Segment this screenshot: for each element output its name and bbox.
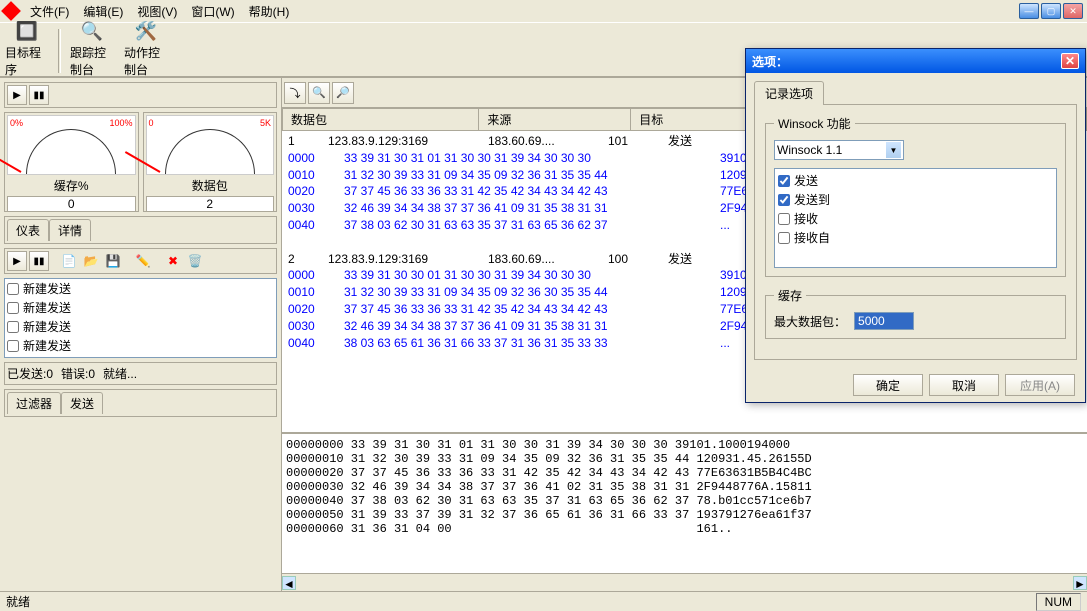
winsock-legend: Winsock 功能	[774, 115, 855, 132]
chk-recv[interactable]	[778, 213, 790, 225]
winsock-fieldset: Winsock 功能 Winsock 1.1 ▼ 发送 发送到 接收 接收自	[765, 115, 1066, 277]
trace-label: 跟踪控制台	[70, 44, 114, 78]
cache-legend: 缓存	[774, 287, 806, 304]
cancel-button[interactable]: 取消	[929, 374, 999, 396]
error-count: 错误:0	[61, 365, 95, 382]
trash-icon[interactable]: 🗑️	[185, 251, 205, 271]
tools-icon: 🛠️	[134, 21, 158, 42]
winsock-combo[interactable]: Winsock 1.1 ▼	[774, 140, 904, 160]
ok-button[interactable]: 确定	[853, 374, 923, 396]
magnifier-icon: 🔍	[80, 21, 104, 42]
gauge2-min: 0	[149, 118, 154, 128]
app-icon	[1, 1, 21, 21]
tree-icon[interactable]: ⤵	[284, 82, 306, 104]
list-checkbox[interactable]	[7, 302, 19, 314]
gauge1-min: 0%	[10, 118, 23, 128]
save-icon[interactable]: 💾	[103, 251, 123, 271]
maximize-icon[interactable]: ▢	[1041, 3, 1061, 19]
gauge1-title: 缓存%	[7, 177, 136, 194]
filter-tabs: 过滤器 发送	[4, 389, 277, 417]
list-checkbox[interactable]	[7, 283, 19, 295]
pause-button[interactable]: ▮▮	[29, 85, 49, 105]
zoom-out-icon[interactable]: 🔎	[332, 82, 354, 104]
play-button[interactable]: ▶	[7, 85, 27, 105]
list-item[interactable]: 新建发送	[5, 317, 276, 336]
col-packet[interactable]: 数据包	[283, 109, 479, 131]
send-listbox[interactable]: 新建发送 新建发送 新建发送 新建发送 新建发送	[4, 278, 277, 358]
delete-icon[interactable]: ✖	[163, 251, 183, 271]
chk-sendto[interactable]	[778, 194, 790, 206]
gauge1-max: 100%	[109, 118, 132, 128]
send-play-button[interactable]: ▶	[7, 251, 27, 271]
target-program-button[interactable]: 🔲 目标程序	[2, 25, 52, 74]
function-checklist[interactable]: 发送 发送到 接收 接收自	[774, 168, 1057, 268]
tab-filter[interactable]: 过滤器	[7, 392, 61, 414]
cache-fieldset: 缓存 最大数据包：	[765, 287, 1066, 339]
menubar: 文件(F) 编辑(E) 视图(V) 窗口(W) 帮助(H) — ▢ ✕	[0, 0, 1087, 22]
list-item[interactable]: 新建发送	[5, 355, 276, 358]
menu-window[interactable]: 窗口(W)	[185, 1, 240, 22]
gauge2-title: 数据包	[146, 177, 275, 194]
packet-gauge: 0 5K 数据包 2	[143, 112, 278, 212]
status-ready: 就绪	[6, 593, 30, 610]
list-checkbox[interactable]	[7, 321, 19, 333]
open-icon[interactable]: 📂	[81, 251, 101, 271]
target-label: 目标程序	[5, 44, 49, 78]
gauge2-value: 2	[146, 196, 275, 212]
combo-dropdown-icon[interactable]: ▼	[886, 142, 901, 158]
action-console-button[interactable]: 🛠️ 动作控制台	[121, 25, 171, 74]
gauge2-max: 5K	[260, 118, 271, 128]
chk-recvfrom[interactable]	[778, 232, 790, 244]
tab-meter[interactable]: 仪表	[7, 219, 49, 241]
chip-icon: 🔲	[15, 21, 39, 42]
h-scrollbar[interactable]: ◄ ►	[282, 573, 1087, 591]
action-label: 动作控制台	[124, 44, 168, 78]
max-packet-label: 最大数据包：	[774, 313, 846, 330]
dialog-close-icon[interactable]: ✕	[1061, 53, 1079, 69]
tab-send[interactable]: 发送	[61, 392, 103, 414]
apply-button[interactable]: 应用(A)	[1005, 374, 1075, 396]
menu-edit[interactable]: 编辑(E)	[77, 1, 129, 22]
chk-send[interactable]	[778, 175, 790, 187]
cache-gauge: 0% 100% 缓存% 0	[4, 112, 139, 212]
ready-label: 就绪...	[103, 365, 137, 382]
menu-view[interactable]: 视图(V)	[131, 1, 183, 22]
gauge1-value: 0	[7, 196, 136, 212]
max-packet-input[interactable]	[854, 312, 914, 330]
left-panel: ▶ ▮▮ 0% 100% 缓存% 0	[0, 78, 282, 591]
sent-count: 已发送:0	[7, 365, 53, 382]
col-source[interactable]: 来源	[479, 109, 631, 131]
gauge-tabs: 仪表 详情	[4, 216, 277, 244]
send-status: 已发送:0 错误:0 就绪...	[4, 362, 277, 385]
tab-detail[interactable]: 详情	[49, 219, 91, 241]
dialog-titlebar[interactable]: 选项： ✕	[746, 49, 1085, 73]
status-num: NUM	[1036, 593, 1081, 611]
zoom-in-icon[interactable]: 🔍	[308, 82, 330, 104]
send-pause-button[interactable]: ▮▮	[29, 251, 49, 271]
toolbar-divider	[58, 29, 61, 73]
trace-console-button[interactable]: 🔍 跟踪控制台	[67, 25, 117, 74]
send-toolbar: ▶ ▮▮ 📄 📂 💾 ✏️ ✖ 🗑️	[4, 248, 277, 274]
dialog-tab-record[interactable]: 记录选项	[754, 81, 824, 105]
new-icon[interactable]: 📄	[59, 251, 79, 271]
list-item[interactable]: 新建发送	[5, 298, 276, 317]
options-dialog: 选项： ✕ 记录选项 Winsock 功能 Winsock 1.1 ▼ 发送 发…	[745, 48, 1086, 403]
list-item[interactable]: 新建发送	[5, 336, 276, 355]
minimize-icon[interactable]: —	[1019, 3, 1039, 19]
list-item[interactable]: 新建发送	[5, 279, 276, 298]
menu-file[interactable]: 文件(F)	[24, 1, 75, 22]
menu-help[interactable]: 帮助(H)	[243, 1, 296, 22]
edit-icon[interactable]: ✏️	[133, 251, 153, 271]
close-icon[interactable]: ✕	[1063, 3, 1083, 19]
statusbar: 就绪 NUM	[0, 591, 1087, 611]
hex-dump[interactable]: 00000000 33 39 31 30 31 01 31 30 30 31 3…	[282, 433, 1087, 573]
dialog-title: 选项：	[752, 53, 788, 70]
winsock-value: Winsock 1.1	[777, 143, 842, 157]
list-checkbox[interactable]	[7, 340, 19, 352]
